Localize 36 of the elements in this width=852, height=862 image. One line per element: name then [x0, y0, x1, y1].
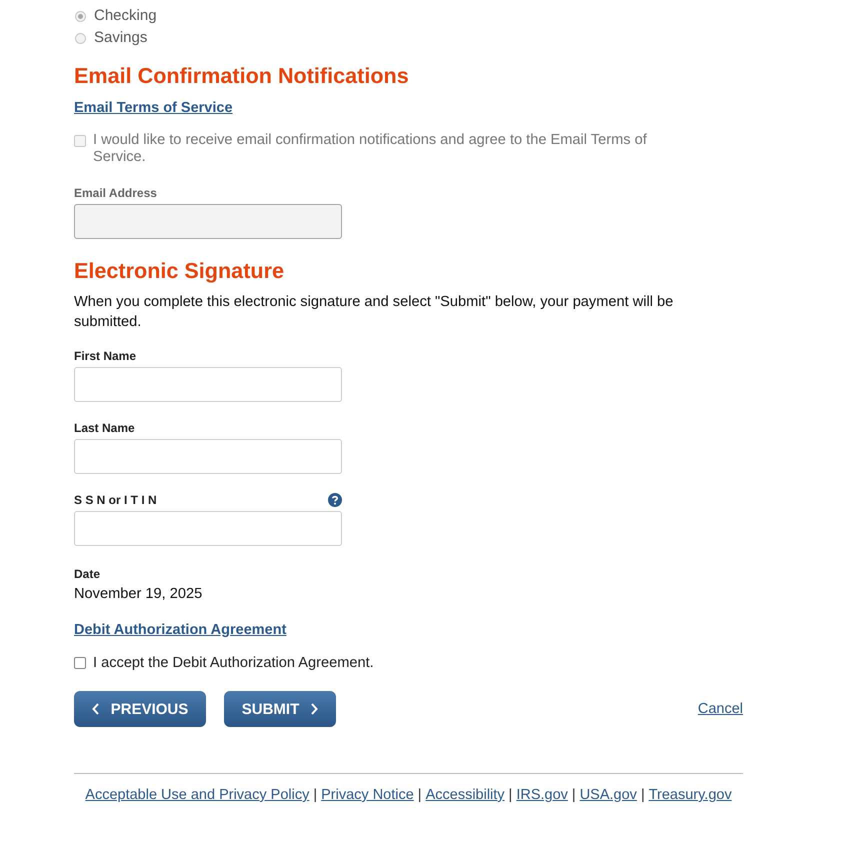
separator: |: [418, 786, 422, 805]
footer-link[interactable]: Treasury.gov: [648, 785, 732, 805]
chevron-left-icon: [92, 703, 100, 715]
date-value: November 19, 2025: [74, 585, 202, 604]
footer-link[interactable]: IRS.gov: [516, 785, 568, 805]
footer-link[interactable]: USA.gov: [580, 785, 637, 805]
field-label: Last Name: [74, 420, 135, 436]
chevron-right-icon: [310, 703, 318, 715]
footer-link[interactable]: Privacy Notice: [321, 785, 414, 805]
cancel-link[interactable]: Cancel: [698, 699, 743, 719]
intro-text: When you complete this electronic signature and select "Submit" below, your payment will be submitted.: [74, 293, 674, 332]
section-heading: Email Confirmation Notifications: [74, 62, 409, 90]
footer-link[interactable]: Acceptable Use and Privacy Policy: [85, 785, 310, 805]
section-heading: Electronic Signature: [74, 257, 284, 285]
input-field[interactable]: [74, 367, 342, 402]
checkbox-label: I accept the Debit Authorization Agreement.: [93, 654, 374, 673]
checkbox[interactable]: [74, 657, 86, 669]
separator: |: [313, 786, 318, 805]
submit-button[interactable]: SUBMIT: [224, 691, 336, 727]
radio-label: Savings: [94, 28, 148, 48]
separator: |: [640, 786, 645, 805]
previous-button[interactable]: PREVIOUS: [74, 691, 206, 727]
field-label: Email Address: [74, 185, 157, 201]
radio-label: Checking: [94, 6, 157, 26]
date-label: Date: [74, 566, 100, 582]
footer-link[interactable]: Accessibility: [426, 785, 505, 805]
input-field[interactable]: [74, 511, 342, 546]
separator: |: [508, 786, 512, 805]
terms-link[interactable]: Email Terms of Service: [74, 98, 233, 118]
input-field[interactable]: [74, 439, 342, 474]
field-label: S S N or I T I N: [74, 492, 157, 508]
agreement-link[interactable]: Debit Authorization Agreement: [74, 620, 286, 640]
field-label: First Name: [74, 348, 136, 364]
checkbox-label: I would like to receive email confirmation notifications and agree to the Email Terms of Service.: [93, 132, 648, 166]
help-icon[interactable]: [328, 493, 342, 507]
separator: |: [572, 786, 576, 805]
